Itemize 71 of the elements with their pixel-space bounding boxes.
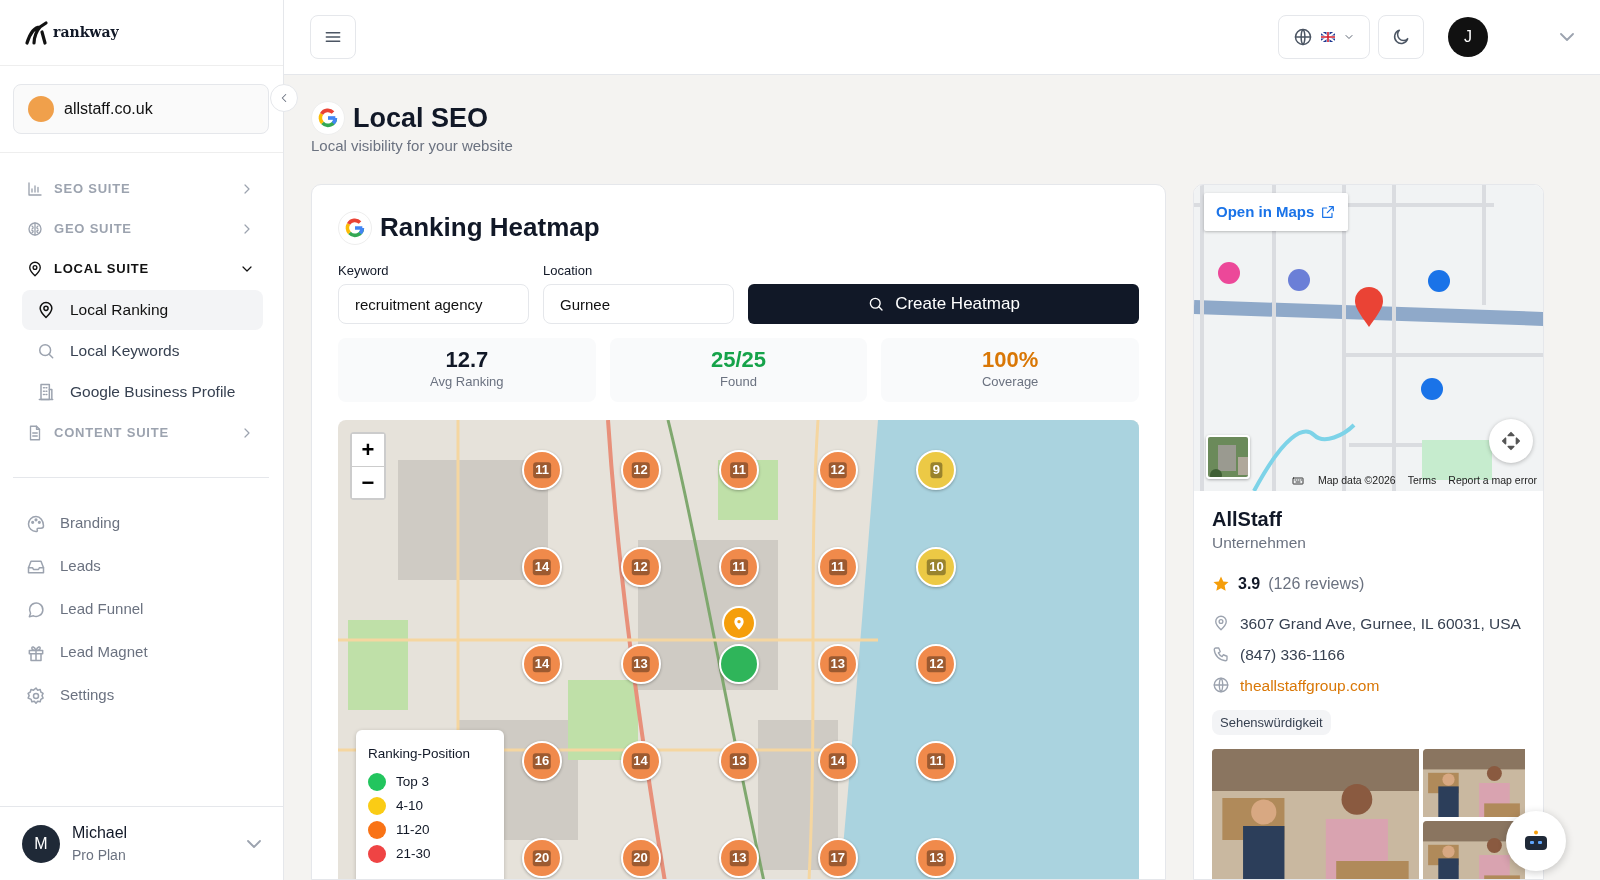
sidebar-item[interactable]: Lead Funnel xyxy=(0,588,283,631)
legend-label: 4-10 xyxy=(396,797,424,816)
sidebar-item[interactable]: Google Business Profile xyxy=(22,372,263,412)
chat-assistant-button[interactable] xyxy=(1506,811,1566,871)
settings-icon xyxy=(26,685,46,706)
logo-text: rankway xyxy=(53,23,119,42)
sidebar-item[interactable]: Local Keywords xyxy=(22,331,263,371)
stat-label: Found xyxy=(720,373,757,392)
chevron-down-icon xyxy=(247,839,261,848)
user-avatar: M xyxy=(22,824,60,863)
globe-icon xyxy=(1293,27,1313,47)
keyword-field[interactable]: recruitment agency xyxy=(338,284,529,324)
chevron-down-icon xyxy=(1560,33,1574,41)
globe-icon xyxy=(1212,676,1230,695)
map-pin-icon xyxy=(36,300,56,320)
website-link[interactable]: theallstaffgroup.com xyxy=(1240,674,1380,698)
sidebar-item[interactable]: Branding xyxy=(0,502,283,545)
zoom-out-button[interactable]: − xyxy=(352,466,384,498)
business-category: Unternehmen xyxy=(1212,532,1307,553)
google-icon xyxy=(317,107,339,129)
user-name: Michael xyxy=(72,823,129,843)
create-heatmap-button[interactable]: Create Heatmap xyxy=(748,284,1139,324)
bar-chart-icon xyxy=(26,180,44,198)
legend-label: Top 3 xyxy=(396,773,430,792)
location-field[interactable]: Gurnee xyxy=(543,284,734,324)
sidebar-item[interactable]: Leads xyxy=(0,545,283,588)
theme-toggle-button[interactable] xyxy=(1378,15,1424,59)
stat-label: Avg Ranking xyxy=(430,373,504,392)
google-icon xyxy=(344,216,366,239)
language-button[interactable] xyxy=(1278,15,1370,59)
user-plan: Pro Plan xyxy=(72,846,127,865)
user-menu-button[interactable] xyxy=(247,839,261,848)
robot-icon xyxy=(1523,830,1549,852)
palette-icon xyxy=(26,513,46,534)
map-pin-icon xyxy=(1212,613,1230,632)
logo-icon xyxy=(24,19,50,46)
card-title: Ranking Heatmap xyxy=(380,211,600,244)
stat-value: 25/25 xyxy=(710,348,766,373)
flag-icon xyxy=(1321,32,1335,42)
workspace-avatar xyxy=(28,96,54,122)
map-pin-icon xyxy=(26,260,44,278)
sidebar-item[interactable]: Lead Magnet xyxy=(0,631,283,674)
stat-value: 12.7 xyxy=(445,348,489,373)
legend-title: Ranking-Position xyxy=(368,745,471,763)
sidebar-item[interactable]: Settings xyxy=(0,674,283,717)
rating-value: 3.9 xyxy=(1238,573,1261,594)
legend-label: 11-20 xyxy=(396,821,430,840)
sidebar-item[interactable]: Local Ranking xyxy=(22,290,263,330)
business-phone: (847) 336-1166 xyxy=(1240,645,1345,665)
building-icon xyxy=(36,382,56,402)
field-label: Keyword xyxy=(338,261,389,280)
menu-button[interactable] xyxy=(310,15,356,59)
stat-label: Coverage xyxy=(981,373,1039,392)
account-menu-button[interactable] xyxy=(1560,33,1574,41)
business-address: 3607 Grand Ave, Gurnee, IL 60031, USA xyxy=(1240,613,1521,634)
phone-icon xyxy=(1212,645,1230,663)
field-label: Location xyxy=(543,261,593,280)
stat-value: 100% xyxy=(982,348,1039,373)
review-count: (126 reviews) xyxy=(1268,573,1365,594)
moon-icon xyxy=(1391,27,1411,47)
page-title: Local SEO xyxy=(353,101,489,135)
sidebar-section[interactable]: LOCAL SUITE xyxy=(0,249,283,289)
user-avatar[interactable]: J xyxy=(1448,17,1488,57)
business-name: AllStaff xyxy=(1212,506,1283,531)
brain-icon xyxy=(26,220,44,238)
page-subtitle: Local visibility for your website xyxy=(311,137,513,154)
chat-bubble-icon xyxy=(26,599,46,620)
category-tag: Sehenswürdigkeit xyxy=(1212,709,1331,735)
search-icon xyxy=(36,341,56,361)
workspace-selector[interactable]: allstaff.co.uk xyxy=(13,84,269,134)
legend-label: 21-30 xyxy=(396,845,431,864)
